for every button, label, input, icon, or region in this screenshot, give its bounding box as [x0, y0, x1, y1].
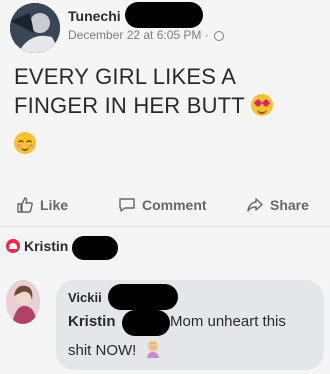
- woman-facepalm-emoji-icon: [144, 340, 162, 358]
- thumbs-up-icon: [17, 197, 33, 213]
- post-text-line-2-wrap: FINGER IN HER BUTT: [14, 91, 314, 120]
- comment-label: Comment: [142, 197, 207, 213]
- post-author-name[interactable]: Tunechi: [68, 8, 121, 24]
- comment-text-part-2: shit NOW!: [68, 342, 137, 359]
- post-actions-bar: Like Comment Share: [0, 190, 330, 220]
- comment-bubble-icon: [119, 198, 135, 212]
- actions-divider: [0, 226, 330, 227]
- post-body: EVERY GIRL LIKES A FINGER IN HER BUTT: [14, 62, 314, 120]
- redaction-commenter-surname: [108, 284, 178, 310]
- comment-button[interactable]: Comment: [118, 196, 207, 214]
- like-button[interactable]: Like: [16, 196, 68, 214]
- post-text-line-1: EVERY GIRL LIKES A: [14, 64, 237, 89]
- reactor-name[interactable]: Kristin: [24, 238, 68, 254]
- commenter-avatar[interactable]: [6, 280, 40, 324]
- comment-text-part-1: Mom unheart this: [170, 313, 286, 330]
- redaction-author-surname: [125, 2, 203, 28]
- post-text-line-2: FINGER IN HER BUTT: [14, 93, 245, 118]
- comment-bubble: Vickii Kristin Mom unheart this shit NOW…: [56, 280, 324, 370]
- author-avatar[interactable]: [10, 3, 60, 53]
- commenter-name[interactable]: Vickii: [68, 290, 102, 305]
- redaction-reactor-surname: [72, 236, 118, 260]
- comment-text-line-2: shit NOW!: [68, 340, 162, 359]
- heart-eyes-emoji-icon: [250, 94, 273, 116]
- comment-tagged-user[interactable]: Kristin: [68, 313, 116, 330]
- post-timestamp[interactable]: December 22 at 6:05 PM ·: [68, 28, 209, 42]
- share-label: Share: [270, 197, 309, 213]
- like-label: Like: [40, 197, 69, 213]
- reaction-row[interactable]: Kristin: [6, 238, 68, 254]
- share-button[interactable]: Share: [246, 196, 309, 214]
- smiling-blush-emoji-icon: [14, 132, 36, 154]
- public-globe-icon: [214, 31, 225, 41]
- post-card: Tunechi December 22 at 6:05 PM · EVERY G…: [0, 0, 330, 374]
- post-meta: December 22 at 6:05 PM ·: [68, 28, 225, 42]
- share-arrow-icon: [247, 198, 263, 212]
- love-reaction-icon: [6, 239, 20, 253]
- redaction-tagged-surname: [122, 310, 170, 336]
